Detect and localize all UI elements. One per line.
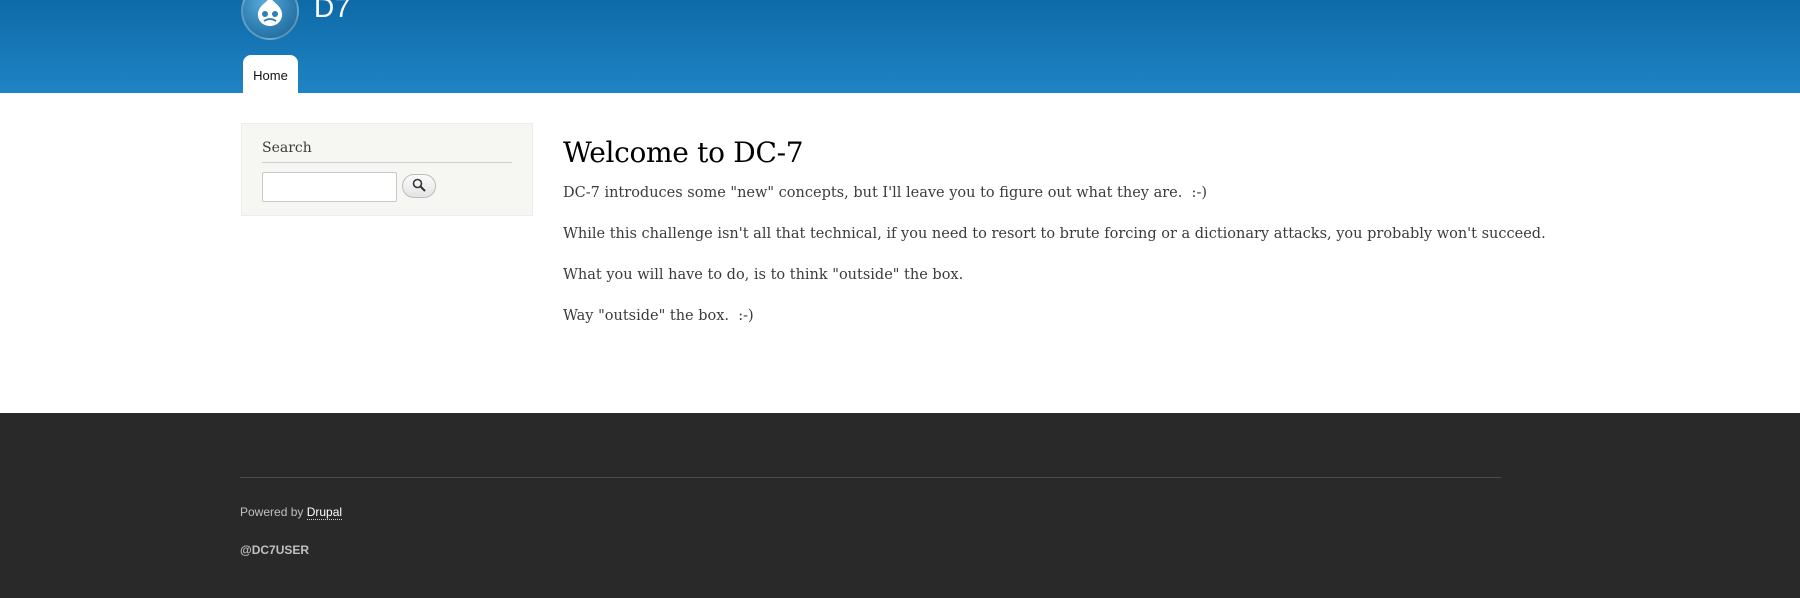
content-paragraph: Way "outside" the box. :-) — [563, 308, 754, 324]
search-block-title: Search — [262, 140, 512, 163]
content-paragraph: DC-7 introduces some "new" concepts, but… — [563, 185, 1207, 201]
nav-tab-home[interactable]: Home — [243, 55, 298, 93]
powered-by-text: Powered by — [240, 505, 307, 519]
site-header: D7 Home — [0, 0, 1800, 93]
footer-divider — [240, 477, 1501, 478]
site-footer: Powered by Drupal @DC7USER — [0, 413, 1800, 598]
search-block: Search — [241, 123, 533, 216]
powered-by: Powered by Drupal — [240, 505, 343, 520]
content-paragraph: What you will have to do, is to think "o… — [563, 267, 964, 283]
search-icon — [412, 177, 426, 196]
page-title: Welcome to DC-7 — [563, 136, 804, 169]
search-input[interactable] — [262, 172, 397, 202]
user-tag: @DC7USER — [240, 543, 310, 557]
drupal-logo-icon[interactable] — [241, 0, 299, 40]
drupal-link[interactable]: Drupal — [306, 505, 343, 520]
search-button[interactable] — [402, 174, 436, 198]
site-name[interactable]: D7 — [314, 0, 351, 24]
main-content: Welcome to DC-7 DC-7 introduces some "ne… — [563, 136, 1546, 347]
content-paragraph: While this challenge isn't all that tech… — [563, 226, 1546, 242]
